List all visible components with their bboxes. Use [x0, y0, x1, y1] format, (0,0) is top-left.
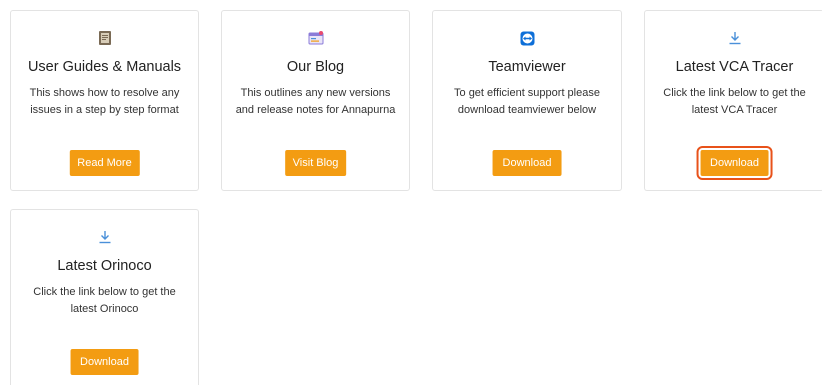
download-orinoco-button[interactable]: Download [70, 349, 139, 375]
visit-blog-button[interactable]: Visit Blog [284, 150, 347, 176]
card-user-guides: User Guides & Manuals This shows how to … [10, 10, 199, 191]
card-description: To get efficient support please download… [454, 87, 600, 116]
download-icon [645, 29, 822, 47]
document-icon [11, 29, 198, 47]
card-latest-vca-tracer: Latest VCA Tracer Click the link below t… [644, 10, 822, 191]
card-teamviewer: Teamviewer To get efficient support plea… [432, 10, 622, 191]
card-description: This outlines any new versions and relea… [235, 87, 396, 116]
card-our-blog: Our Blog This outlines any new versions … [221, 10, 410, 191]
card-description: Click the link below to get the latest V… [663, 87, 806, 116]
read-more-button[interactable]: Read More [69, 150, 140, 176]
blog-icon [222, 29, 409, 47]
card-title: Latest VCA Tracer [675, 59, 794, 75]
card-latest-orinoco: Latest Orinoco Click the link below to g… [10, 209, 199, 385]
support-resources-grid: User Guides & Manuals This shows how to … [0, 0, 822, 385]
teamviewer-icon [433, 29, 621, 47]
card-title: User Guides & Manuals [27, 59, 182, 75]
download-icon [11, 228, 198, 246]
card-title: Latest Orinoco [57, 258, 152, 274]
card-title: Teamviewer [488, 59, 566, 75]
download-teamviewer-button[interactable]: Download [492, 150, 562, 176]
card-description: Click the link below to get the latest O… [33, 286, 176, 315]
download-vca-tracer-button[interactable]: Download [696, 146, 773, 180]
card-title: Our Blog [286, 59, 345, 75]
card-description: This shows how to resolve any issues in … [29, 87, 180, 116]
